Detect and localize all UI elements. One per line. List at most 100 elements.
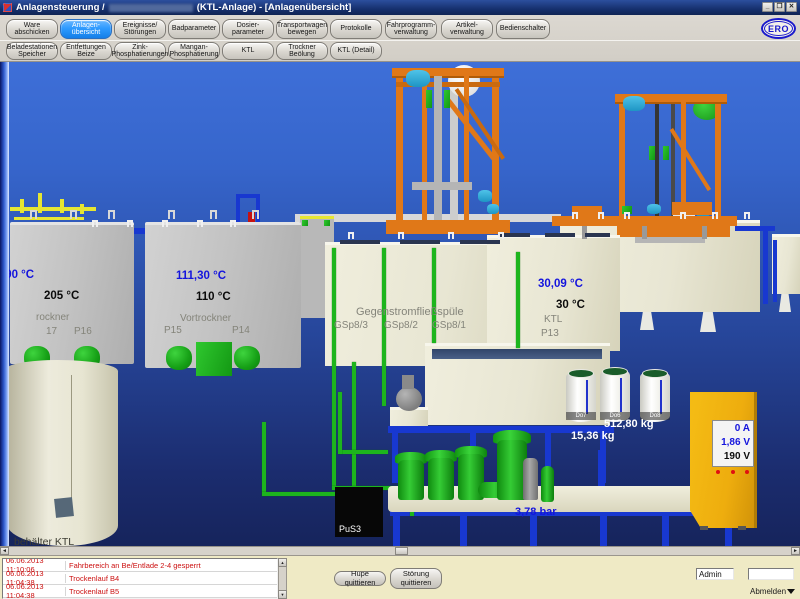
tank-yellow-rim bbox=[300, 216, 334, 219]
conveyor-hook bbox=[680, 212, 686, 219]
scene-horizontal-scrollbar[interactable]: ◄ ► bbox=[0, 546, 800, 555]
platform-leg bbox=[393, 510, 400, 546]
scroll-right-icon[interactable]: ► bbox=[791, 547, 800, 555]
tab-entfettungen-beize[interactable]: Entfettungen Beize bbox=[60, 42, 112, 60]
tank-hook bbox=[210, 210, 217, 219]
dryer2-temp-actual: 111,30 °C bbox=[176, 270, 226, 282]
green-pipe bbox=[262, 422, 266, 496]
close-icon[interactable]: ✕ bbox=[786, 2, 797, 12]
tank-rim bbox=[340, 240, 380, 244]
blue-pipe bbox=[735, 226, 775, 231]
dosing-drum-do8: Do8 bbox=[640, 370, 670, 422]
toolbar-divider bbox=[0, 40, 800, 41]
tank-hook bbox=[108, 210, 115, 219]
cabinet-foot bbox=[738, 526, 746, 530]
tab-ware-abschicken[interactable]: Ware abschicken bbox=[6, 19, 58, 39]
alarm-row[interactable]: 06.06.2013 11:04:38 Trockenlauf B5 bbox=[3, 585, 277, 598]
tab-ktl[interactable]: KTL bbox=[222, 42, 274, 60]
conveyor-hook bbox=[598, 212, 604, 219]
status-led bbox=[716, 470, 720, 474]
yellow-pipe bbox=[38, 193, 42, 213]
filter-pump bbox=[428, 458, 454, 500]
logout-link[interactable]: Abmelden bbox=[750, 587, 786, 596]
tab-badparameter[interactable]: Badparameter bbox=[168, 19, 220, 39]
dryer2-name: Vortrockner bbox=[180, 313, 231, 324]
crane-motor-cylinder bbox=[623, 96, 645, 111]
yellow-pipe bbox=[60, 199, 64, 213]
filter-pump-slim bbox=[541, 466, 554, 502]
password-field[interactable] bbox=[748, 568, 794, 580]
pump-p14 bbox=[234, 346, 260, 370]
alarm-log[interactable]: 06.06.2013 11:10:06 Fahrbereich an Be/En… bbox=[2, 558, 278, 599]
tank-rim bbox=[545, 233, 575, 237]
scroll-left-icon[interactable]: ◄ bbox=[0, 547, 9, 555]
maximize-icon[interactable]: ❐ bbox=[774, 2, 785, 12]
status-led bbox=[731, 470, 735, 474]
scroll-up-icon[interactable]: ▲ bbox=[278, 558, 287, 567]
conveyor-hook bbox=[230, 220, 236, 227]
pump-p15 bbox=[166, 346, 192, 370]
rectifier-voltage-actual: 1,86 V bbox=[713, 436, 750, 450]
tank-leg bbox=[700, 312, 716, 332]
alarm-log-scrollbar[interactable]: ▲ ▼ bbox=[278, 558, 287, 599]
hupe-quittieren-button[interactable]: Hupe quittieren bbox=[334, 571, 386, 586]
tab-bedienschalter[interactable]: Bedienschalter bbox=[496, 19, 550, 39]
pus3-label: PuS3 bbox=[339, 524, 361, 534]
ktl-temp-actual: 30,09 °C bbox=[538, 278, 583, 290]
dosing-weight-partial: 15,36 kg bbox=[571, 430, 614, 442]
tab-dosierparameter[interactable]: Dosier- parameter bbox=[222, 19, 274, 39]
platform-leg bbox=[460, 512, 467, 546]
ktl-temp-set: 30 °C bbox=[556, 299, 585, 311]
conveyor-hook bbox=[712, 212, 718, 219]
tank-hook bbox=[252, 210, 259, 219]
tank-rim bbox=[460, 240, 500, 244]
plant-3d-view[interactable]: Do7 Do6 Do8 PuS3 bbox=[0, 62, 800, 546]
stoerung-quittieren-button[interactable]: Störung quittieren bbox=[390, 568, 442, 589]
tank-hook bbox=[30, 210, 37, 219]
conveyor-hook bbox=[572, 212, 578, 219]
tank-rim bbox=[500, 233, 530, 237]
tab-anlagenuebersicht[interactable]: Anlagen- übersicht bbox=[60, 19, 112, 39]
tab-zink-phosphatierungen[interactable]: Zink- Phosphatierungen bbox=[114, 42, 166, 60]
ktl-name: KTL bbox=[544, 314, 562, 325]
green-pipe bbox=[332, 248, 336, 488]
green-pipe bbox=[516, 252, 520, 348]
dryer1-name: rockner bbox=[36, 312, 69, 323]
tab-fahrprogrammverwaltung[interactable]: Fahrprogramm- verwaltung bbox=[385, 19, 437, 39]
conveyor-hook bbox=[744, 212, 750, 219]
logout-dropdown-icon[interactable] bbox=[787, 589, 795, 594]
window-title-suffix: (KTL-Anlage) - [Anlagenübersicht] bbox=[197, 2, 352, 13]
gray-cylinder bbox=[523, 458, 538, 500]
username-field[interactable] bbox=[696, 568, 734, 580]
scrollbar-thumb[interactable] bbox=[395, 547, 408, 555]
scroll-down-icon[interactable]: ▼ bbox=[278, 590, 287, 599]
rinse-tank3: GSp8/3 bbox=[334, 320, 368, 331]
tab-ereignisse-stoerungen[interactable]: Ereignisse/ Störungen bbox=[114, 19, 166, 39]
storage-tank-label: behälter KTL bbox=[14, 536, 74, 546]
tank-rim bbox=[400, 240, 440, 244]
tab-artikelverwaltung[interactable]: Artikel- verwaltung bbox=[441, 19, 493, 39]
cabinet-foot bbox=[700, 526, 708, 530]
conveyor-hook bbox=[624, 212, 630, 219]
conveyor-hook bbox=[197, 220, 203, 227]
tab-trockner-beoelung[interactable]: Trockner Beölung bbox=[276, 42, 328, 60]
tab-mangan-phosphatierung[interactable]: Mangan- Phosphatierung bbox=[168, 42, 220, 60]
yellow-pipe bbox=[80, 204, 84, 214]
filter-pump bbox=[398, 460, 424, 500]
dryer1-pump-right: P16 bbox=[74, 326, 92, 337]
gray-pump bbox=[396, 387, 422, 411]
transport-crane-1 bbox=[392, 62, 504, 236]
dryer2-pump-right: P14 bbox=[232, 325, 250, 336]
tab-ktl-detail[interactable]: KTL (Detail) bbox=[330, 42, 382, 60]
tank-leg bbox=[779, 294, 791, 312]
minimize-icon[interactable]: _ bbox=[762, 2, 773, 12]
tank-liquid-surface bbox=[432, 349, 602, 359]
pus3-box: PuS3 bbox=[335, 487, 383, 537]
dryer2-pump-left: P15 bbox=[164, 325, 182, 336]
tab-transportwagen-bewegen[interactable]: Transportwagen bewegen bbox=[276, 19, 328, 39]
tab-beladestationen-speicher[interactable]: Beladestationen Speicher bbox=[6, 42, 58, 60]
alarm-message: Trockenlauf B4 bbox=[65, 574, 119, 583]
conveyor-hook bbox=[398, 232, 404, 239]
tab-protokolle[interactable]: Protokolle bbox=[330, 19, 382, 39]
rinse-tank2: GSp8/2 bbox=[384, 320, 418, 331]
